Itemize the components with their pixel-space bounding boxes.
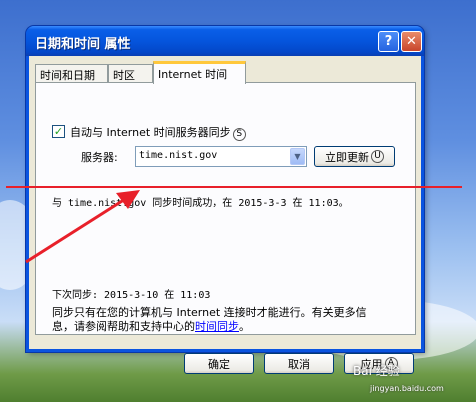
watermark-url: jingyan.baidu.com — [370, 384, 444, 393]
watermark-logo: Bai 经验 — [353, 364, 400, 378]
red-arrow-annotation — [25, 190, 140, 264]
arrow-shaft — [25, 194, 131, 264]
arrow-head — [116, 190, 140, 209]
